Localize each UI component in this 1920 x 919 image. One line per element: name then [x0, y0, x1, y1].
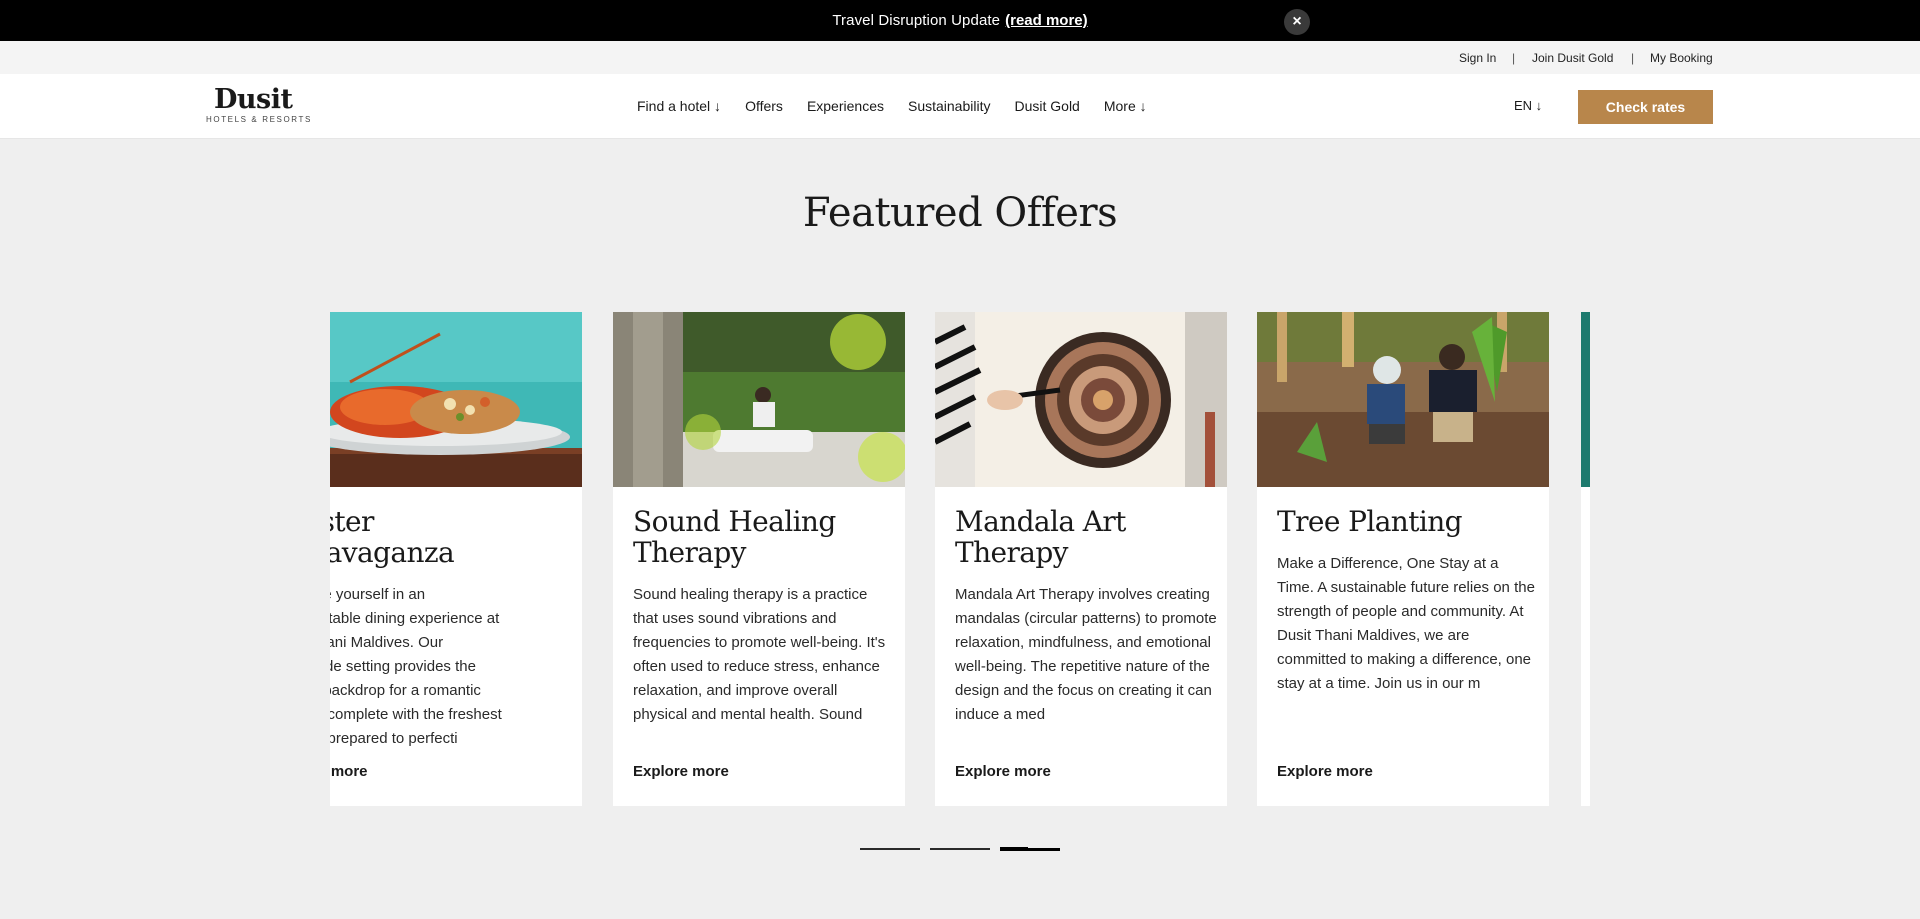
check-rates-button[interactable]: Check rates	[1578, 90, 1713, 124]
sound-healing-image	[613, 312, 905, 487]
card-title: obster xtravaganza	[330, 505, 455, 569]
utility-bar: Sign In | Join Dusit Gold | My Booking	[0, 41, 1920, 74]
main-nav: Dusit HOTELS & RESORTS Find a hotel ↓ Of…	[0, 74, 1920, 139]
logo-subtitle: HOTELS & RESORTS	[206, 115, 312, 124]
nav-offers[interactable]: Offers	[745, 98, 783, 114]
alert-read-more-link[interactable]: (read more)	[1005, 12, 1088, 29]
card-description: Make a Difference, One Stay at a Time. A…	[1277, 555, 1535, 692]
section-title: Featured Offers	[802, 190, 1118, 236]
offer-card-sound-healing[interactable]: Sound Healing Therapy Sound healing ther…	[613, 312, 905, 806]
mandala-art-image	[935, 312, 1227, 487]
nav-sustainability[interactable]: Sustainability	[908, 98, 991, 114]
explore-more-link[interactable]: Explore more	[633, 763, 729, 780]
utility-separator: |	[1512, 51, 1516, 65]
offer-card-lobster[interactable]: obster xtravaganza merse yourself in an …	[330, 312, 582, 806]
card-description: Mandala Art Therapy involves creating ma…	[955, 586, 1217, 723]
card-title: Mandala Art Therapy	[955, 505, 1126, 569]
alert-text: Travel Disruption Update	[832, 12, 1001, 29]
lobster-dish-image	[330, 312, 582, 487]
join-dusit-gold-link[interactable]: Join Dusit Gold	[1532, 51, 1613, 65]
pager-dot-2[interactable]	[930, 848, 990, 850]
card-description: merse yourself in an forgettable dining …	[330, 586, 502, 747]
my-booking-link[interactable]: My Booking	[1650, 51, 1713, 65]
offer-card-tree-planting[interactable]: Tree Planting Make a Difference, One Sta…	[1257, 312, 1549, 806]
card-title: Sound Healing Therapy	[633, 505, 836, 569]
logo-wordmark: Dusit	[214, 84, 293, 115]
explore-more-link[interactable]: plore more	[330, 763, 368, 780]
nav-experiences[interactable]: Experiences	[807, 98, 884, 114]
close-icon[interactable]: ×	[1284, 9, 1310, 35]
dusit-logo[interactable]: Dusit HOTELS & RESORTS	[206, 84, 316, 125]
tree-planting-image	[1257, 312, 1549, 487]
nav-dusit-gold[interactable]: Dusit Gold	[1014, 98, 1079, 114]
pager-dot-3[interactable]	[1000, 847, 1060, 851]
offer-card-mandala[interactable]: Mandala Art Therapy Mandala Art Therapy …	[935, 312, 1227, 806]
offers-carousel[interactable]: obster xtravaganza merse yourself in an …	[330, 312, 1590, 806]
explore-more-link[interactable]: Explore more	[955, 763, 1051, 780]
card-title: Tree Planting	[1277, 505, 1463, 538]
offer-card-next[interactable]	[1581, 312, 1590, 806]
language-selector[interactable]: EN ↓	[1514, 98, 1542, 113]
nav-more[interactable]: More ↓	[1104, 98, 1147, 114]
next-offer-image	[1581, 312, 1590, 487]
primary-nav: Find a hotel ↓ Offers Experiences Sustai…	[637, 98, 1147, 114]
pager-dot-1[interactable]	[860, 848, 920, 850]
alert-bar: Travel Disruption Update (read more) ×	[0, 0, 1920, 41]
sign-in-link[interactable]: Sign In	[1459, 51, 1496, 65]
carousel-pagination	[860, 847, 1060, 851]
card-description: Sound healing therapy is a practice that…	[633, 586, 886, 723]
nav-find-a-hotel[interactable]: Find a hotel ↓	[637, 98, 721, 114]
utility-separator: |	[1631, 51, 1635, 65]
explore-more-link[interactable]: Explore more	[1277, 763, 1373, 780]
